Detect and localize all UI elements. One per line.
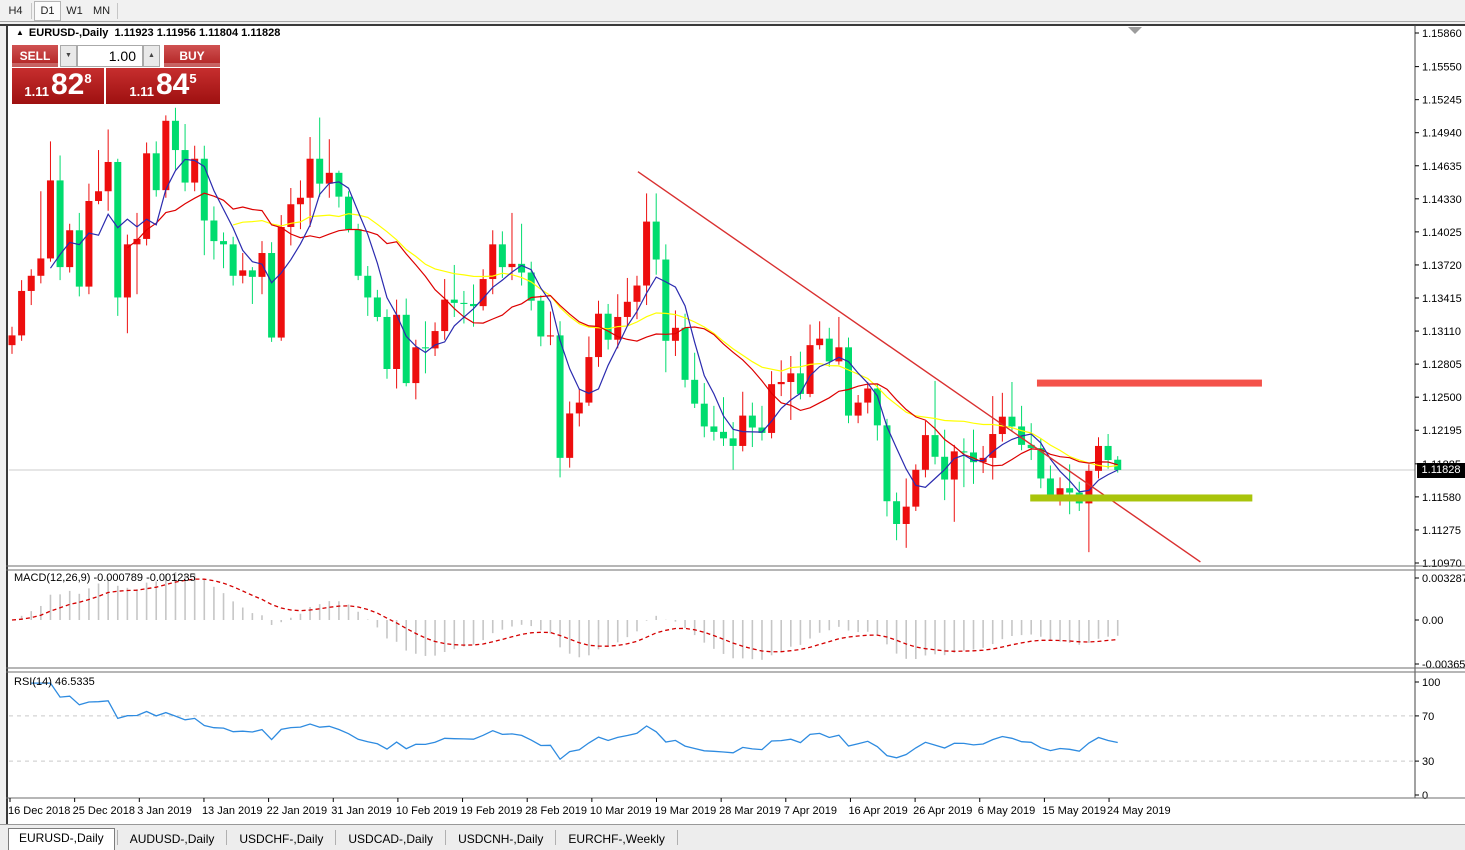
ohlc-readout: 1.11923 1.11956 1.11804 1.11828 — [114, 27, 281, 39]
symbol-period-label: EURUSD-,Daily — [28, 27, 109, 39]
price-chart-canvas[interactable]: 1.15860 1.15550 1.15245 1.14940 1.14635 1.143… — [0, 22, 1465, 850]
rsi-indicator-label: RSI(14) 46.5335 — [14, 676, 95, 688]
sell-price-display[interactable]: 1.11 82 8 — [12, 68, 104, 104]
one-click-trade-panel: SELL ▼ ▲ BUY 1.11 82 8 1.11 84 5 — [12, 45, 220, 104]
buy-price-display[interactable]: 1.11 84 5 — [106, 68, 220, 104]
svg-text:1.12500: 1.12500 — [1422, 392, 1462, 404]
svg-text:1.11580: 1.11580 — [1422, 492, 1461, 504]
tab-separator — [676, 830, 678, 845]
svg-text:1.10970: 1.10970 — [1422, 558, 1462, 570]
svg-text:1.11275: 1.11275 — [1422, 525, 1461, 537]
chart-window: 1.15860 1.15550 1.15245 1.14940 1.14635 1.143… — [0, 22, 1465, 850]
svg-text:16 Apr 2019: 16 Apr 2019 — [848, 805, 907, 817]
sell-price-small: 1.11 — [24, 84, 49, 99]
chart-tab-audusd-daily[interactable]: AUDUSD-,Daily — [120, 830, 225, 850]
tab-separator — [445, 830, 447, 845]
svg-text:1.13720: 1.13720 — [1422, 260, 1462, 272]
svg-text:19 Feb 2019: 19 Feb 2019 — [461, 805, 523, 817]
trading-terminal: H4 D1 W1 MN 1.15860 1.15550 1.15245 1.14940 1.1… — [0, 0, 1465, 850]
svg-text:31 Jan 2019: 31 Jan 2019 — [331, 805, 392, 817]
svg-text:19 Mar 2019: 19 Mar 2019 — [655, 805, 717, 817]
toolbar-separator — [31, 2, 32, 19]
svg-text:25 Dec 2018: 25 Dec 2018 — [73, 805, 135, 817]
buy-price-big: 84 — [155, 68, 190, 101]
chart-tab-bar: EURUSD-,Daily AUDUSD-,Daily USDCHF-,Daily U… — [0, 824, 1465, 850]
sell-price-big: 82 — [50, 68, 85, 101]
buy-button[interactable]: BUY — [164, 45, 220, 67]
svg-text:1.15550: 1.15550 — [1422, 62, 1462, 74]
volume-input[interactable] — [77, 45, 143, 67]
svg-text:1.13110: 1.13110 — [1422, 326, 1461, 338]
svg-text:70: 70 — [1422, 711, 1434, 723]
svg-text:13 Jan 2019: 13 Jan 2019 — [202, 805, 263, 817]
svg-text:1.13415: 1.13415 — [1422, 293, 1462, 305]
tab-separator — [335, 830, 337, 845]
volume-decrease-button[interactable]: ▼ — [60, 45, 77, 67]
svg-text:1.12195: 1.12195 — [1422, 425, 1462, 437]
chart-tab-eurusd-daily[interactable]: EURUSD-,Daily — [8, 828, 115, 850]
buy-price-small: 1.11 — [129, 84, 154, 99]
chart-title: ▲ EURUSD-,Daily 1.11923 1.11956 1.11804 1… — [16, 27, 280, 41]
buy-price-sup: 5 — [189, 71, 197, 86]
chart-tab-usdcad-daily[interactable]: USDCAD-,Daily — [338, 830, 443, 850]
svg-text:1.15860: 1.15860 — [1422, 28, 1462, 40]
sell-button[interactable]: SELL — [12, 45, 58, 67]
svg-text:30: 30 — [1422, 756, 1434, 768]
svg-text:16 Dec 2018: 16 Dec 2018 — [8, 805, 70, 817]
toolbar-separator — [117, 2, 118, 19]
chart-tab-eurchf-weekly[interactable]: EURCHF-,Weekly — [558, 830, 674, 850]
macd-indicator-label: MACD(12,26,9) -0.000789 -0.001235 — [14, 572, 196, 584]
svg-text:1.14330: 1.14330 — [1422, 194, 1462, 206]
volume-increase-button[interactable]: ▲ — [143, 45, 160, 67]
timeframe-button-w1[interactable]: W1 — [61, 1, 88, 21]
timeframe-toolbar: H4 D1 W1 MN — [0, 0, 1465, 22]
timeframe-button-mn[interactable]: MN — [88, 1, 115, 21]
svg-text:1.14025: 1.14025 — [1422, 227, 1462, 239]
svg-text:10 Feb 2019: 10 Feb 2019 — [396, 805, 458, 817]
svg-text:1.14635: 1.14635 — [1422, 161, 1462, 173]
svg-text:1.12805: 1.12805 — [1422, 359, 1462, 371]
svg-text:15 May 2019: 15 May 2019 — [1042, 805, 1106, 817]
tab-separator — [555, 830, 557, 845]
svg-text:0: 0 — [1422, 790, 1428, 802]
current-price-tag: 1.11828 — [1417, 463, 1465, 478]
svg-text:0.003287: 0.003287 — [1422, 573, 1465, 585]
svg-text:6 May 2019: 6 May 2019 — [978, 805, 1035, 817]
chart-tab-usdchf-daily[interactable]: USDCHF-,Daily — [229, 830, 333, 850]
svg-text:0.00: 0.00 — [1422, 615, 1443, 627]
collapse-panel-icon[interactable]: ▲ — [16, 28, 24, 37]
svg-text:28 Feb 2019: 28 Feb 2019 — [525, 805, 587, 817]
svg-text:22 Jan 2019: 22 Jan 2019 — [267, 805, 328, 817]
tab-separator — [226, 830, 228, 845]
tab-separator — [116, 830, 118, 845]
svg-text:1.15245: 1.15245 — [1422, 95, 1462, 107]
timeframe-button-d1[interactable]: D1 — [34, 0, 61, 21]
svg-text:7 Apr 2019: 7 Apr 2019 — [784, 805, 837, 817]
chart-tab-usdcnh-daily[interactable]: USDCNH-,Daily — [448, 830, 553, 850]
svg-text:28 Mar 2019: 28 Mar 2019 — [719, 805, 781, 817]
svg-text:10 Mar 2019: 10 Mar 2019 — [590, 805, 652, 817]
svg-text:3 Jan 2019: 3 Jan 2019 — [137, 805, 191, 817]
svg-text:1.14940: 1.14940 — [1422, 128, 1462, 140]
svg-text:24 May 2019: 24 May 2019 — [1107, 805, 1171, 817]
svg-text:-0.003659: -0.003659 — [1422, 659, 1465, 671]
svg-text:100: 100 — [1422, 677, 1440, 689]
svg-text:26 Apr 2019: 26 Apr 2019 — [913, 805, 972, 817]
timeframe-button-h4[interactable]: H4 — [2, 1, 29, 21]
sell-price-sup: 8 — [84, 71, 92, 86]
